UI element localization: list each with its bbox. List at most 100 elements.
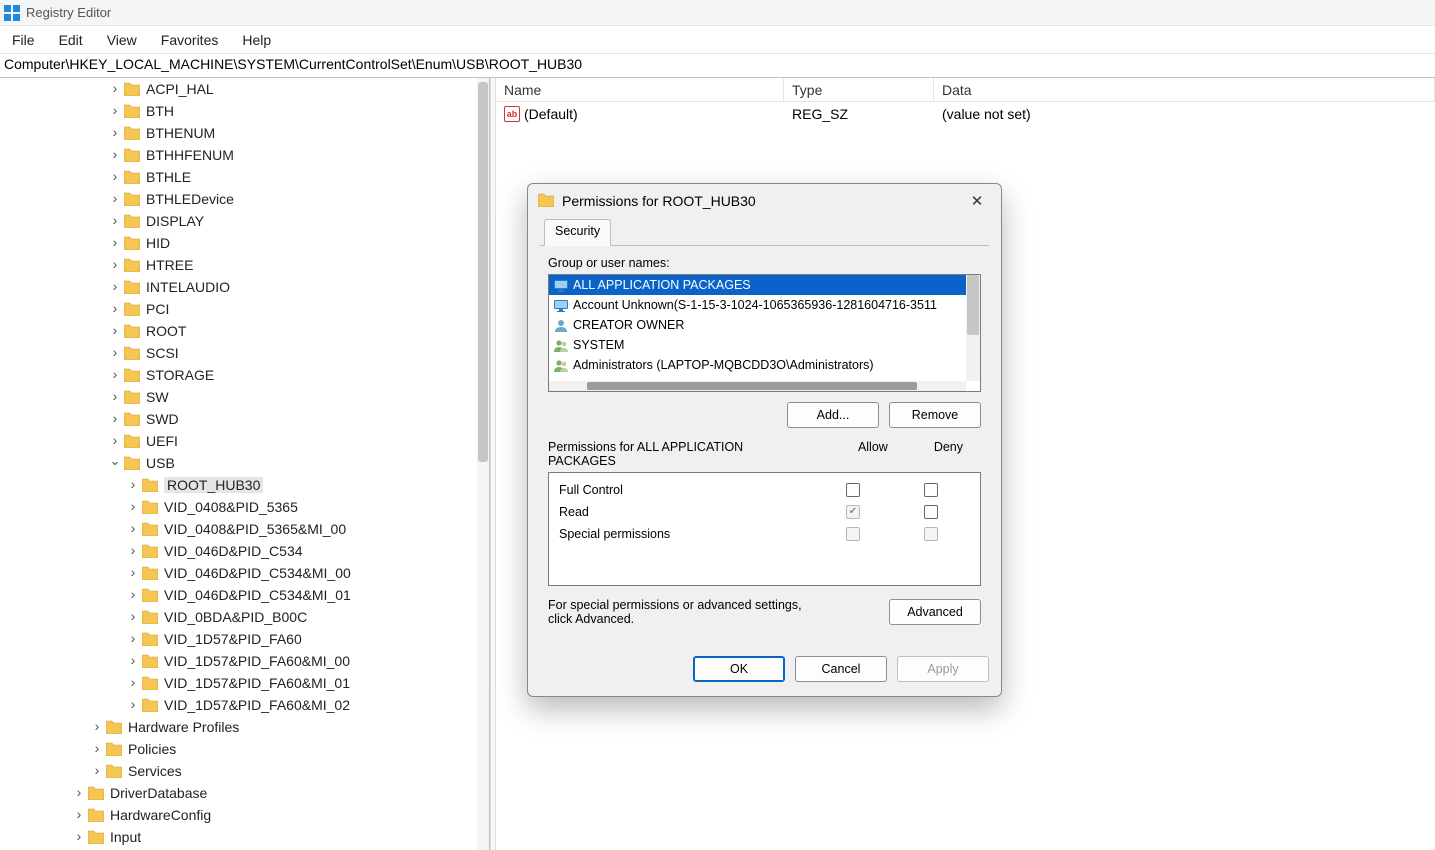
principals-scrollbar-v[interactable] — [966, 275, 980, 381]
chevron-icon[interactable] — [108, 213, 122, 229]
chevron-icon[interactable] — [72, 829, 86, 845]
tree-item[interactable]: ROOT — [0, 320, 489, 342]
chevron-icon[interactable] — [108, 389, 122, 405]
chevron-icon[interactable] — [126, 587, 140, 603]
tree-item[interactable]: SCSI — [0, 342, 489, 364]
chevron-icon[interactable] — [126, 543, 140, 559]
menu-edit[interactable]: Edit — [47, 28, 95, 52]
tree-item[interactable]: STORAGE — [0, 364, 489, 386]
chevron-icon[interactable] — [126, 631, 140, 647]
tree-item[interactable]: Policies — [0, 738, 489, 760]
allow-checkbox[interactable] — [846, 483, 860, 497]
tree-item[interactable]: VID_1D57&PID_FA60&MI_00 — [0, 650, 489, 672]
principal-item[interactable]: Account Unknown(S-1-15-3-1024-1065365936… — [549, 295, 966, 315]
menu-help[interactable]: Help — [230, 28, 283, 52]
cancel-button[interactable]: Cancel — [795, 656, 887, 682]
chevron-icon[interactable] — [90, 763, 104, 779]
tree-item[interactable]: VID_046D&PID_C534&MI_01 — [0, 584, 489, 606]
chevron-icon[interactable] — [108, 323, 122, 339]
principal-item[interactable]: ALL APPLICATION PACKAGES — [549, 275, 966, 295]
tree-item[interactable]: HardwareConfig — [0, 804, 489, 826]
tree-item[interactable]: Input — [0, 826, 489, 848]
chevron-icon[interactable] — [108, 433, 122, 449]
tree-item[interactable]: HTREE — [0, 254, 489, 276]
tree-item[interactable]: Hardware Profiles — [0, 716, 489, 738]
chevron-icon[interactable] — [108, 235, 122, 251]
remove-button[interactable]: Remove — [889, 402, 981, 428]
principals-list[interactable]: ALL APPLICATION PACKAGESAccount Unknown(… — [548, 274, 981, 392]
tree-item[interactable]: DISPLAY — [0, 210, 489, 232]
tree-item[interactable]: BTHENUM — [0, 122, 489, 144]
menu-view[interactable]: View — [95, 28, 149, 52]
tree-item[interactable]: HID — [0, 232, 489, 254]
menu-favorites[interactable]: Favorites — [149, 28, 231, 52]
tree-item[interactable]: INTELAUDIO — [0, 276, 489, 298]
tree-item[interactable]: BTHLE — [0, 166, 489, 188]
advanced-button[interactable]: Advanced — [889, 599, 981, 625]
chevron-icon[interactable] — [108, 367, 122, 383]
tree-item[interactable]: Services — [0, 760, 489, 782]
chevron-icon[interactable] — [126, 521, 140, 537]
chevron-icon[interactable] — [126, 653, 140, 669]
principals-scrollbar-h[interactable] — [549, 381, 966, 391]
tab-security[interactable]: Security — [544, 219, 611, 246]
chevron-icon[interactable] — [108, 147, 122, 163]
chevron-icon[interactable] — [108, 191, 122, 207]
chevron-icon[interactable] — [108, 279, 122, 295]
tree-item[interactable]: VID_1D57&PID_FA60 — [0, 628, 489, 650]
tree-item[interactable]: VID_046D&PID_C534 — [0, 540, 489, 562]
tree-item[interactable]: VID_1D57&PID_FA60&MI_01 — [0, 672, 489, 694]
chevron-icon[interactable] — [108, 169, 122, 185]
chevron-icon[interactable] — [72, 785, 86, 801]
chevron-icon[interactable] — [108, 125, 122, 141]
deny-checkbox[interactable] — [924, 483, 938, 497]
chevron-icon[interactable] — [72, 807, 86, 823]
ok-button[interactable]: OK — [693, 656, 785, 682]
chevron-icon[interactable] — [126, 675, 140, 691]
chevron-icon[interactable] — [126, 697, 140, 713]
menu-file[interactable]: File — [2, 28, 47, 52]
tree-item[interactable]: VID_0408&PID_5365&MI_00 — [0, 518, 489, 540]
chevron-icon[interactable] — [108, 411, 122, 427]
chevron-icon[interactable] — [126, 477, 140, 493]
tree-item[interactable]: UEFI — [0, 430, 489, 452]
tree-item[interactable]: VID_046D&PID_C534&MI_00 — [0, 562, 489, 584]
chevron-icon[interactable] — [108, 103, 122, 119]
chevron-icon[interactable] — [126, 565, 140, 581]
tree-item[interactable]: BTH — [0, 100, 489, 122]
tree-item[interactable]: ACPI_HAL — [0, 78, 489, 100]
apply-button[interactable]: Apply — [897, 656, 989, 682]
dialog-close-button[interactable]: ✕ — [963, 187, 991, 215]
principal-item[interactable]: SYSTEM — [549, 335, 966, 355]
tree-item[interactable]: USB — [0, 452, 489, 474]
tree-item[interactable]: VID_1D57&PID_FA60&MI_02 — [0, 694, 489, 716]
tree-item[interactable]: ROOT_HUB30 — [0, 474, 489, 496]
tree-item[interactable]: DriverDatabase — [0, 782, 489, 804]
tree-item[interactable]: SWD — [0, 408, 489, 430]
chevron-icon[interactable] — [126, 499, 140, 515]
col-header-type[interactable]: Type — [784, 78, 934, 101]
col-header-data[interactable]: Data — [934, 78, 1435, 101]
chevron-icon[interactable] — [108, 81, 122, 97]
tree-scrollbar[interactable] — [477, 78, 489, 850]
add-button[interactable]: Add... — [787, 402, 879, 428]
tree-item[interactable]: VID_0BDA&PID_B00C — [0, 606, 489, 628]
chevron-icon[interactable] — [108, 257, 122, 273]
value-row[interactable]: ab(Default)REG_SZ(value not set) — [496, 102, 1435, 126]
chevron-icon[interactable] — [90, 719, 104, 735]
chevron-icon[interactable] — [108, 345, 122, 361]
deny-checkbox[interactable] — [924, 505, 938, 519]
principal-item[interactable]: Administrators (LAPTOP-MQBCDD3O\Administ… — [549, 355, 966, 375]
principal-item[interactable]: CREATOR OWNER — [549, 315, 966, 335]
chevron-icon[interactable] — [108, 301, 122, 317]
col-header-name[interactable]: Name — [496, 78, 784, 101]
dialog-titlebar[interactable]: Permissions for ROOT_HUB30 ✕ — [528, 184, 1001, 218]
chevron-icon[interactable] — [108, 455, 122, 471]
tree-item[interactable]: BTHHFENUM — [0, 144, 489, 166]
tree-item[interactable]: SW — [0, 386, 489, 408]
chevron-icon[interactable] — [90, 741, 104, 757]
tree-item[interactable]: BTHLEDevice — [0, 188, 489, 210]
address-bar[interactable]: Computer\HKEY_LOCAL_MACHINE\SYSTEM\Curre… — [0, 54, 1435, 78]
tree-item[interactable]: PCI — [0, 298, 489, 320]
tree-item[interactable]: VID_0408&PID_5365 — [0, 496, 489, 518]
